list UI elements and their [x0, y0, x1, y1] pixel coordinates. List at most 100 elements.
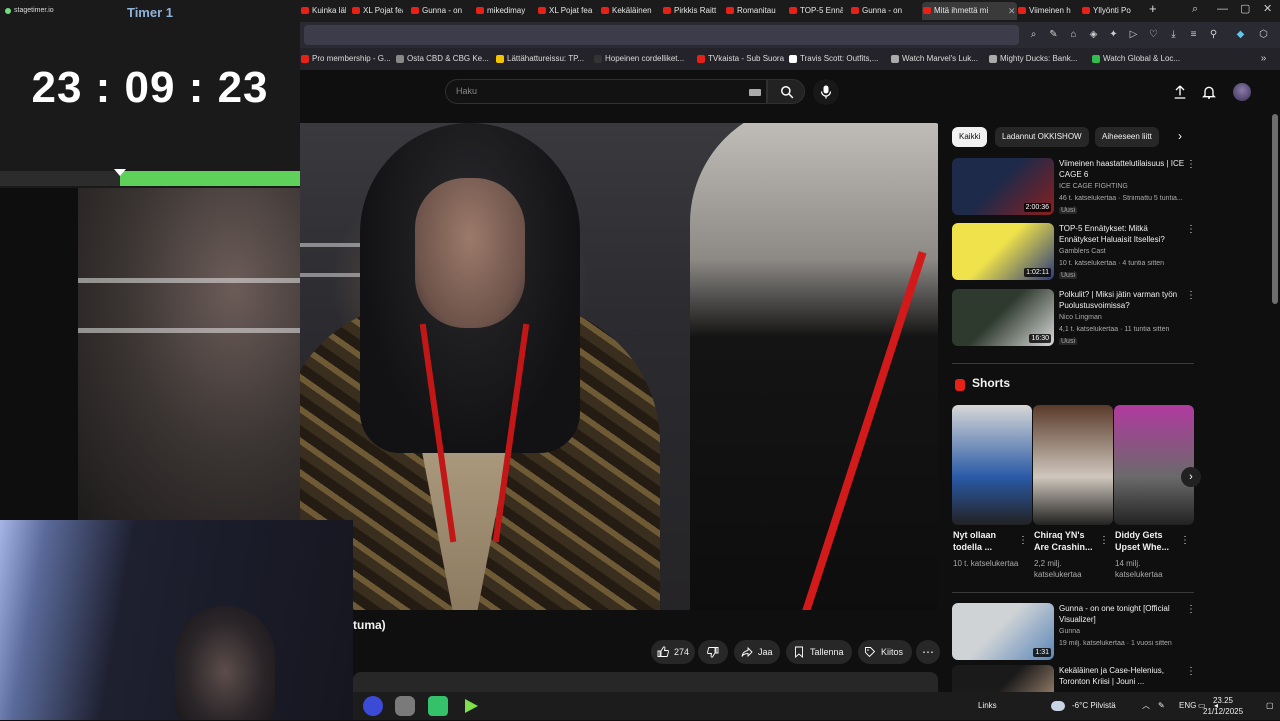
new-tab-button[interactable]: + [1149, 1, 1157, 16]
more-vert-icon[interactable]: ⋮ [1180, 536, 1190, 546]
video-thumbnail[interactable]: 1:02:11 [952, 223, 1054, 280]
more-actions-button[interactable]: ⋯ [916, 640, 940, 664]
upload-icon[interactable] [1172, 84, 1188, 100]
video-title-link[interactable]: TOP-5 Ennätykset: Mitkä Ennätykset Halua… [1059, 223, 1185, 245]
discord-app-icon[interactable] [363, 696, 383, 716]
browser-tab[interactable]: Gunna - on [410, 2, 468, 20]
bookmark-item[interactable]: Travis Scott: Outfits,... [789, 48, 878, 70]
short-title[interactable]: Diddy Gets Upset Whe... [1115, 529, 1181, 553]
dislike-button[interactable] [698, 640, 728, 664]
short-thumbnail[interactable] [1033, 405, 1113, 525]
bookmark-item[interactable]: Watch Marvel's Luk... [891, 48, 978, 70]
video-thumbnail[interactable]: 2:00:36 [952, 158, 1054, 215]
home-icon[interactable]: ⌂ [1068, 29, 1079, 40]
search-tabs-icon[interactable]: ⌕ [1192, 0, 1198, 18]
search-input[interactable]: Haku [445, 79, 767, 104]
menu-lines-icon[interactable]: ≡ [1188, 29, 1199, 40]
download-icon[interactable]: ⤓ [1168, 29, 1179, 40]
search-button[interactable] [767, 79, 805, 104]
more-vert-icon[interactable]: ⋮ [1018, 536, 1028, 546]
short-title[interactable]: Chiraq YN's Are Crashin... [1034, 529, 1100, 553]
close-window-icon[interactable]: ✕ [1263, 0, 1272, 18]
video-title-link[interactable]: Kekäläinen ja Case-Helenius, Toronton Kr… [1059, 665, 1185, 687]
keyboard-icon[interactable] [749, 89, 761, 96]
like-button[interactable]: 274 [651, 640, 695, 664]
video-thumbnail[interactable] [952, 665, 1054, 692]
more-vert-icon[interactable]: ⋮ [1186, 225, 1196, 235]
video-title-link[interactable]: Gunna - on one tonight [Official Visuali… [1059, 603, 1185, 625]
browser-tab[interactable]: Kekäläinen [600, 2, 655, 20]
bookmark-item[interactable]: Lättähattureissu: TP... [496, 48, 584, 70]
video-player[interactable] [300, 123, 938, 610]
browser-tab[interactable]: Gunna - on [850, 2, 907, 20]
app-icon[interactable]: ◆ [1235, 29, 1246, 40]
browser-tab[interactable]: Mitä ihmettä mi [922, 2, 1017, 20]
browser-tab[interactable]: Yllyönti Po [1081, 2, 1143, 20]
channel-name[interactable]: Gamblers Cast [1059, 248, 1106, 255]
system-clock[interactable]: 23.25 21/12/2025 [1203, 695, 1243, 717]
shorts-next-button[interactable]: › [1181, 467, 1201, 487]
notifications-tray-icon[interactable]: ▢ [1266, 692, 1274, 720]
more-bookmarks-icon[interactable]: » [1258, 53, 1269, 64]
recommended-video[interactable]: 16:30 Polkulit? | Miksi jätin varman työn… [952, 289, 1196, 349]
browser-tab[interactable]: Pirkkis Raitt [662, 2, 718, 20]
recommended-video[interactable]: 2:00:36 Viimeinen haastattelutilaisuus | … [952, 158, 1196, 218]
chip-all[interactable]: Kaikki [952, 127, 988, 147]
notifications-icon[interactable] [1201, 84, 1217, 100]
bookmark-item[interactable]: Watch Global & Loc... [1092, 48, 1180, 70]
shield-icon[interactable]: ◈ [1088, 29, 1099, 40]
cube-icon[interactable]: ⬡ [1258, 29, 1269, 40]
more-vert-icon[interactable]: ⋮ [1186, 667, 1192, 677]
short-title[interactable]: Nyt ollaan todella ... [953, 529, 1019, 553]
short-thumbnail[interactable] [952, 405, 1032, 525]
maximize-icon[interactable]: ▢ [1240, 0, 1250, 18]
bookmark-item[interactable]: Hopeinen cordelliket... [594, 48, 684, 70]
video-title-link[interactable]: Polkulit? | Miksi jätin varman työn Puol… [1059, 289, 1185, 311]
channel-name[interactable]: Gunna [1059, 628, 1080, 635]
browser-tab[interactable]: Kuinka lähe [300, 2, 346, 20]
address-bar[interactable] [304, 25, 1019, 45]
language-indicator[interactable]: ENG [1179, 692, 1196, 720]
recommended-video[interactable]: Kekäläinen ja Case-Helenius, Toronton Kr… [952, 665, 1192, 692]
close-tab-icon[interactable]: ✕ [1008, 2, 1016, 20]
links-toolbar[interactable]: Links [978, 692, 997, 720]
bookmark-item[interactable]: Osta CBD & CBG Ke... [396, 48, 489, 70]
save-button[interactable]: Tallenna [786, 640, 852, 664]
bookmark-item[interactable]: Mighty Ducks: Bank... [989, 48, 1077, 70]
heart-icon[interactable]: ♡ [1148, 29, 1159, 40]
weather-text[interactable]: -6°C Pilvistä [1072, 692, 1116, 720]
video-title-link[interactable]: Viimeinen haastattelutilaisuus | ICE CAG… [1059, 158, 1185, 180]
chevron-up-icon[interactable]: ︿ [1142, 692, 1150, 720]
more-vert-icon[interactable]: ⋮ [1186, 605, 1196, 615]
bookmark-item[interactable]: TVkaista - Sub Suora [697, 48, 784, 70]
channel-name[interactable]: ICE CAGE FIGHTING [1059, 183, 1128, 190]
profile-icon[interactable]: ⚲ [1208, 29, 1219, 40]
chevron-right-icon[interactable]: › [1178, 129, 1182, 143]
more-vert-icon[interactable]: ⋮ [1099, 536, 1109, 546]
video-thumbnail[interactable]: 1:31 [952, 603, 1054, 660]
more-vert-icon[interactable]: ⋮ [1186, 160, 1196, 170]
pen-icon[interactable]: ✎ [1158, 692, 1165, 720]
browser-tab[interactable]: mikedimay [475, 2, 530, 20]
page-scrollbar[interactable] [1272, 114, 1278, 304]
thanks-button[interactable]: Kiitos [858, 640, 912, 664]
video-thumbnail[interactable]: 16:30 [952, 289, 1054, 346]
stream-app-icon[interactable] [461, 696, 481, 716]
recommended-video[interactable]: 1:02:11 TOP-5 Ennätykset: Mitkä Ennätykse… [952, 223, 1196, 283]
browser-tab[interactable]: XL Pojat fea [537, 2, 593, 20]
minimize-icon[interactable]: — [1217, 0, 1228, 18]
browser-tab[interactable]: Romanitau [725, 2, 781, 20]
extension-icon[interactable]: ✦ [1108, 29, 1119, 40]
share-button[interactable]: Jaa [734, 640, 780, 664]
more-vert-icon[interactable]: ⋮ [1186, 291, 1196, 301]
browser-tab[interactable]: TOP-5 Ennä [788, 2, 843, 20]
avatar[interactable] [1233, 83, 1251, 101]
browser-tab[interactable]: XL Pojat fea [351, 2, 403, 20]
zoom-icon[interactable]: ⌕ [1028, 29, 1039, 40]
edit-icon[interactable]: ✎ [1048, 29, 1059, 40]
chip-uploader[interactable]: Ladannut OKKISHOW [995, 127, 1089, 147]
browser-tab[interactable]: Viimeinen h [1017, 2, 1075, 20]
description-box[interactable] [353, 672, 938, 692]
shield-app-icon[interactable] [395, 696, 415, 716]
bookmark-item[interactable]: Pro membership - G... [301, 48, 391, 70]
